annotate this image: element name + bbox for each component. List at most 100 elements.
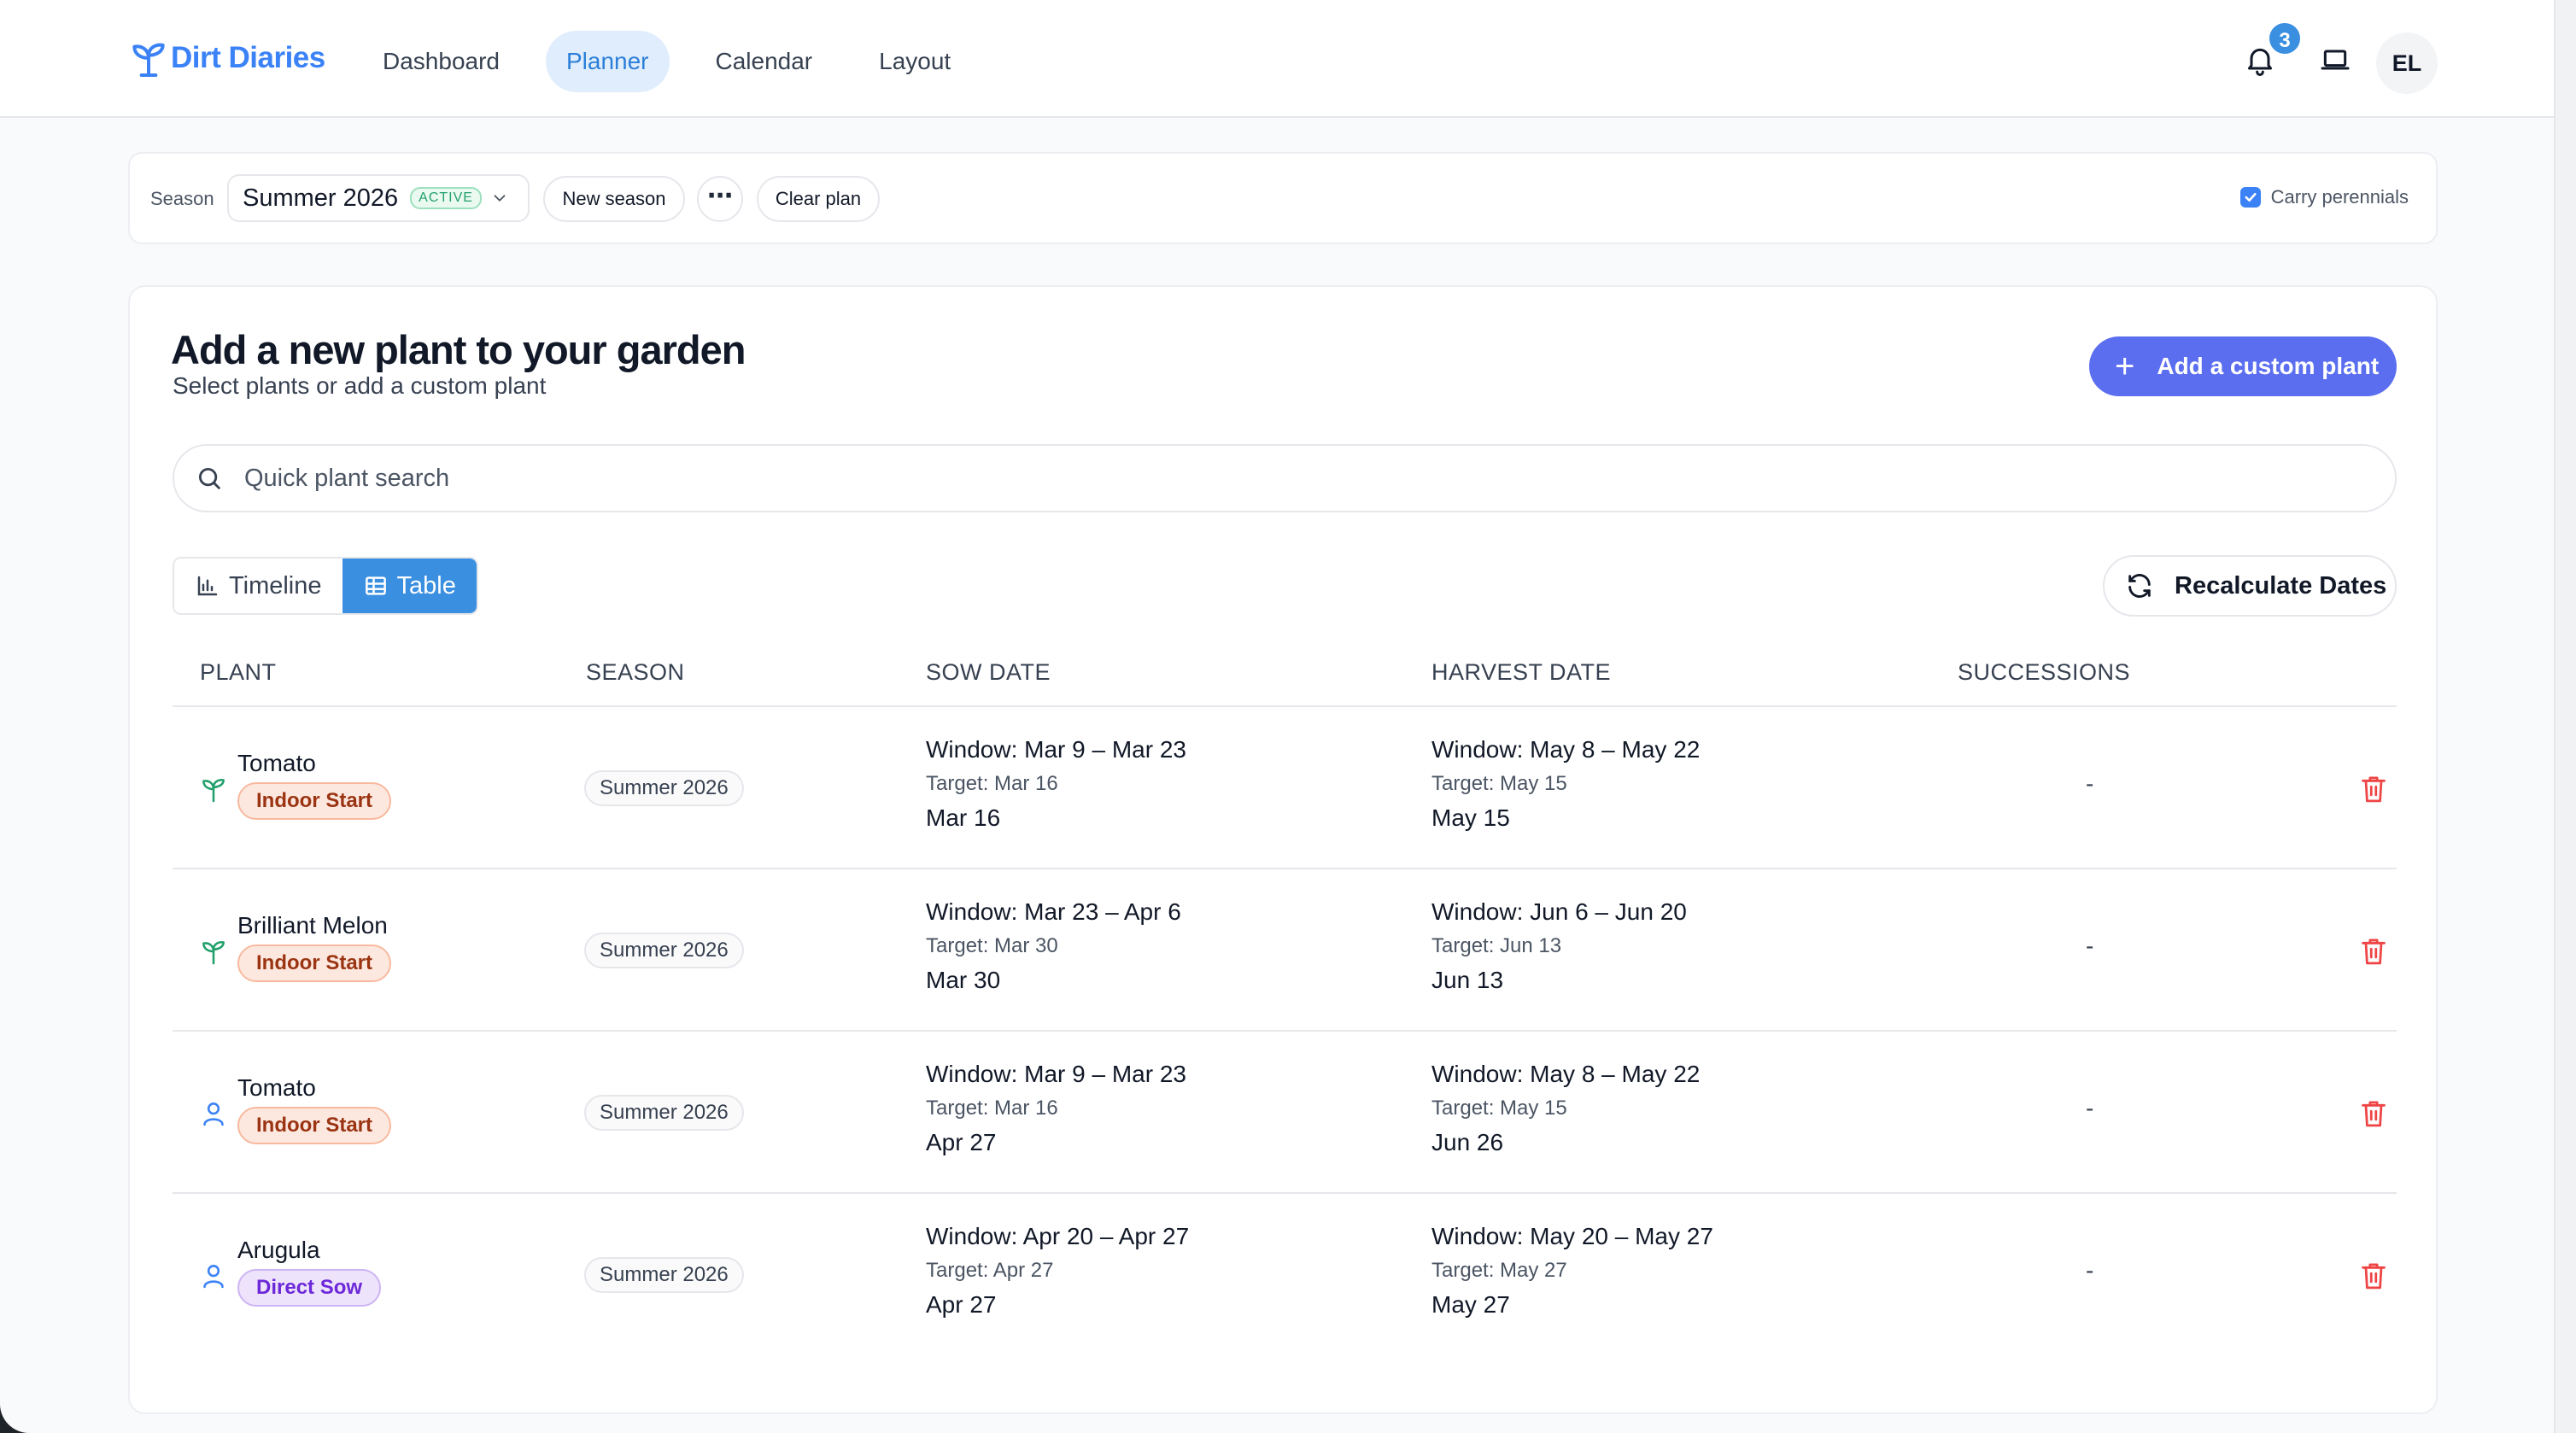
season-label: Season [150,188,214,209]
method-tag: Indoor Start [237,945,391,982]
delete-button[interactable] [2359,1260,2388,1291]
column-header-sow-date[interactable]: SOW DATE [926,659,1051,686]
plus-icon: + [2115,348,2135,385]
sow-date: Apr 27 [926,1129,997,1155]
trash-icon [2362,1101,2386,1127]
column-header-successions[interactable]: SUCCESSIONS [1958,659,2130,686]
device-button[interactable] [2318,43,2352,77]
table-row[interactable]: Arugula Direct Sow Summer 2026 Window: A… [173,1194,2397,1356]
sprout-icon [202,778,225,803]
season-select[interactable]: Summer 2026 ACTIVE [227,174,530,222]
sow-date: Apr 27 [926,1291,997,1318]
page-title: Add a new plant to your garden [171,327,746,372]
new-season-button[interactable]: New season [543,176,685,222]
nav-calendar[interactable]: Calendar [695,31,834,92]
user-avatar[interactable]: EL [2376,32,2438,94]
harvest-date-cell[interactable]: Window: May 20 – May 27 Target: May 27 M… [1431,1223,1713,1319]
season-bar: Season Summer 2026 ACTIVE New season ⋯ C… [128,152,2438,244]
top-bar: Dirt Diaries Dashboard Planner Calendar … [0,0,2554,118]
nav-planner[interactable]: Planner [545,31,670,92]
carry-perennials-label: Carry perennials [2270,186,2409,208]
sow-window: Window: Mar 23 – Apr 6 [926,898,1181,925]
harvest-target: Target: May 15 [1431,772,1567,795]
recalculate-dates-button[interactable]: Recalculate Dates [2103,555,2397,617]
search-icon [198,467,220,489]
carry-perennials-checkbox[interactable] [2239,187,2261,208]
nav-dashboard[interactable]: Dashboard [362,31,520,92]
timeline-view-label: Timeline [229,571,322,600]
successions-value: - [2086,770,2094,797]
harvest-date: May 15 [1431,804,1510,831]
sow-date-cell[interactable]: Window: Apr 20 – Apr 27 Target: Apr 27 A… [926,1223,1189,1319]
trash-icon [2362,776,2386,803]
table-row[interactable]: Tomato Indoor Start Summer 2026 Window: … [173,707,2397,869]
add-custom-plant-label: Add a custom plant [2157,353,2380,379]
season-chip: Summer 2026 [584,933,744,968]
harvest-target: Target: May 27 [1431,1259,1567,1282]
plant-name: Tomato [237,750,316,776]
column-header-plant[interactable]: PLANT [200,659,277,686]
checkmark-icon [2245,192,2257,202]
plant-search-input[interactable] [244,464,2294,493]
harvest-target: Target: May 15 [1431,1097,1567,1120]
sow-date-cell[interactable]: Window: Mar 9 – Mar 23 Target: Mar 16 Ma… [926,736,1186,832]
sow-target: Target: Apr 27 [926,1259,1054,1282]
brand-name: Dirt Diaries [171,41,325,74]
sow-date: Mar 30 [926,967,1001,993]
harvest-window: Window: Jun 6 – Jun 20 [1431,898,1687,925]
table-row[interactable]: Brilliant Melon Indoor Start Summer 2026… [173,869,2397,1032]
view-toggle: Timeline Table [173,557,478,615]
method-tag: Indoor Start [237,1107,391,1144]
sprout-icon [202,940,225,965]
plant-name: Arugula [237,1237,320,1263]
harvest-target: Target: Jun 13 [1431,934,1562,957]
refresh-icon [2128,574,2151,598]
active-badge: ACTIVE [410,187,482,209]
bar-chart-icon [197,576,218,596]
column-header-harvest-date[interactable]: HARVEST DATE [1431,659,1611,686]
harvest-date-cell[interactable]: Window: May 8 – May 22 Target: May 15 Ma… [1431,736,1700,832]
table-icon [365,576,386,595]
successions-value: - [2086,933,2094,959]
sow-date-cell[interactable]: Window: Mar 9 – Mar 23 Target: Mar 16 Ap… [926,1061,1186,1156]
sow-target: Target: Mar 16 [926,1097,1058,1120]
plant-planner-card: Add a new plant to your garden Select pl… [128,285,2438,1414]
recalculate-dates-label: Recalculate Dates [2175,571,2387,600]
clear-plan-button[interactable]: Clear plan [757,176,880,222]
timeline-view-button[interactable]: Timeline [174,559,342,613]
table-view-label: Table [396,571,456,600]
chevron-down-icon [494,195,506,202]
page-subtitle: Select plants or add a custom plant [173,372,547,399]
delete-button[interactable] [2359,1098,2388,1129]
brand-logo[interactable]: Dirt Diaries [132,39,325,77]
nav-layout[interactable]: Layout [858,31,971,92]
season-chip: Summer 2026 [584,770,744,806]
table-row[interactable]: Tomato Indoor Start Summer 2026 Window: … [173,1032,2397,1194]
add-custom-plant-button[interactable]: + Add a custom plant [2089,336,2397,396]
season-chip: Summer 2026 [584,1095,744,1131]
table-view-button[interactable]: Table [342,559,477,613]
harvest-date-cell[interactable]: Window: Jun 6 – Jun 20 Target: Jun 13 Ju… [1431,898,1687,994]
column-header-season[interactable]: SEASON [586,659,685,686]
harvest-window: Window: May 20 – May 27 [1431,1223,1713,1249]
app-window: Dirt Diaries Dashboard Planner Calendar … [0,0,2576,1433]
sow-date: Mar 16 [926,804,1001,831]
harvest-window: Window: May 8 – May 22 [1431,1061,1701,1087]
plant-name: Tomato [237,1074,316,1101]
delete-button[interactable] [2359,774,2388,804]
plant-search-bar[interactable] [173,444,2397,512]
laptop-icon [2321,50,2350,70]
main-nav: Dashboard Planner Calendar Layout [362,31,997,92]
harvest-window: Window: May 8 – May 22 [1431,736,1701,763]
sow-window: Window: Mar 9 – Mar 23 [926,1061,1186,1087]
method-tag: Direct Sow [237,1269,382,1307]
scrollbar[interactable] [2554,0,2576,1433]
carry-perennials-toggle[interactable]: Carry perennials [2239,186,2409,208]
user-icon [203,1103,224,1126]
more-options-button[interactable]: ⋯ [697,176,743,222]
harvest-date-cell[interactable]: Window: May 8 – May 22 Target: May 15 Ju… [1431,1061,1700,1156]
sow-target: Target: Mar 16 [926,772,1058,795]
successions-value: - [2086,1257,2094,1284]
delete-button[interactable] [2359,936,2388,967]
sow-date-cell[interactable]: Window: Mar 23 – Apr 6 Target: Mar 30 Ma… [926,898,1181,994]
